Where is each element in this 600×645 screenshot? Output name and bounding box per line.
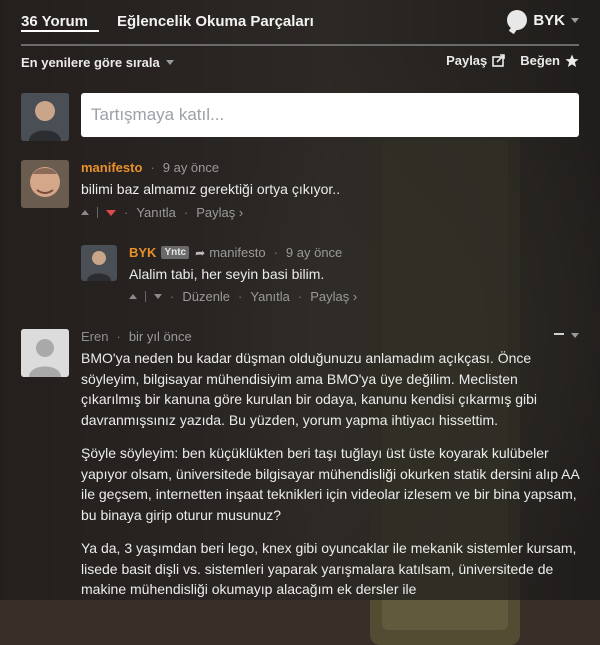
user-photo	[81, 245, 117, 281]
chevron-down-icon[interactable]	[571, 333, 579, 338]
comment-author[interactable]: BYK	[129, 245, 156, 260]
comment-footer: · Düzenle · Yanıtla · Paylaş ›	[129, 289, 357, 304]
comment-author[interactable]: Eren	[81, 329, 108, 344]
user-photo	[21, 160, 69, 208]
collapse-icon[interactable]	[554, 333, 564, 335]
chevron-down-icon	[571, 17, 579, 23]
comment-input[interactable]	[81, 93, 579, 137]
sort-dropdown[interactable]: En yenilere göre sırala	[21, 55, 174, 70]
current-user-avatar	[21, 93, 69, 141]
comment-time[interactable]: 9 ay önce	[163, 160, 219, 175]
avatar[interactable]	[81, 245, 117, 281]
like-label: Beğen	[520, 53, 560, 68]
upvote-icon[interactable]	[81, 210, 89, 215]
meta-separator: ·	[150, 160, 155, 175]
comment-meta: manifesto · 9 ay önce	[81, 160, 219, 175]
avatar[interactable]	[21, 329, 69, 377]
share-label: Paylaş	[446, 53, 488, 68]
tab-community-label: Eğlencelik Okuma Parçaları	[117, 13, 314, 30]
thread-tabs: 36 Yorum Eğlencelik Okuma Parçaları BYK	[21, 0, 579, 46]
comment-paragraph: BMO'ya neden bu kadar düşman olduğunuzu …	[81, 350, 537, 428]
comment-time[interactable]: bir yıl önce	[129, 329, 192, 344]
share-link[interactable]: Paylaş ›	[196, 205, 243, 220]
vote-divider	[97, 207, 98, 218]
share-link[interactable]: Paylaş ›	[310, 289, 357, 304]
footer-separator: ·	[170, 289, 175, 304]
comment-meta: Eren · bir yıl önce	[81, 329, 192, 344]
footer-separator: ·	[183, 205, 189, 220]
share-icon	[492, 54, 506, 67]
thread-actions: Paylaş Beğen	[446, 53, 579, 68]
reply-arrow-icon: ➦	[195, 245, 206, 260]
vote-divider	[145, 291, 146, 302]
moderator-badge: Yntc	[161, 246, 190, 259]
comment-body: BMO'ya neden bu kadar düşman olduğunuzu …	[81, 348, 581, 613]
comment-paragraph: Ya da, 3 yaşımdan beri lego, knex gibi o…	[81, 540, 577, 597]
footer-separator: ·	[297, 289, 303, 304]
footer-separator: ·	[124, 205, 129, 220]
like-button[interactable]: Beğen	[520, 53, 579, 68]
footer-separator: ·	[238, 289, 243, 304]
share-button[interactable]: Paylaş	[446, 53, 506, 68]
tab-community[interactable]: Eğlencelik Okuma Parçaları	[117, 13, 314, 30]
sort-label: En yenilere göre sırala	[21, 55, 160, 70]
disqus-thread: 36 Yorum Eğlencelik Okuma Parçaları BYK …	[0, 0, 600, 600]
sort-bar: En yenilere göre sırala Paylaş Beğen	[21, 52, 579, 74]
chat-bubble-icon	[507, 10, 528, 30]
tab-comments[interactable]: 36 Yorum	[21, 13, 99, 32]
reply-link[interactable]: Yanıtla	[250, 289, 290, 304]
star-icon	[565, 54, 579, 67]
comment-text: bilimi baz almamız gerektiği ortya çıkıy…	[81, 181, 341, 197]
reply-link[interactable]: Yanıtla	[136, 205, 176, 220]
meta-separator: ·	[273, 245, 278, 260]
default-avatar-icon	[21, 329, 69, 377]
downvote-icon[interactable]	[154, 294, 162, 299]
comment-time[interactable]: 9 ay önce	[286, 245, 342, 260]
comment-meta: BYK Yntc ➦ manifesto · 9 ay önce	[129, 245, 342, 260]
upvote-icon[interactable]	[129, 294, 137, 299]
user-photo	[21, 93, 69, 141]
comment-author[interactable]: manifesto	[81, 160, 142, 175]
user-name: BYK	[533, 11, 565, 29]
chevron-down-icon	[165, 60, 174, 65]
user-menu[interactable]: BYK	[507, 10, 579, 30]
downvote-icon[interactable]	[106, 209, 116, 216]
comment-paragraph: Şöyle söyleyim: ben küçüklükten beri taş…	[81, 445, 580, 523]
active-tab-underline	[21, 30, 99, 32]
comment-footer: · Yanıtla · Paylaş ›	[81, 205, 243, 220]
edit-link[interactable]: Düzenle	[182, 289, 230, 304]
in-reply-to[interactable]: manifesto	[209, 245, 265, 260]
avatar[interactable]	[21, 160, 69, 208]
comment-text: Alalim tabi, her seyin basi bilim.	[129, 266, 325, 282]
tab-comments-label: 36 Yorum	[21, 13, 88, 30]
meta-separator: ·	[116, 329, 121, 344]
